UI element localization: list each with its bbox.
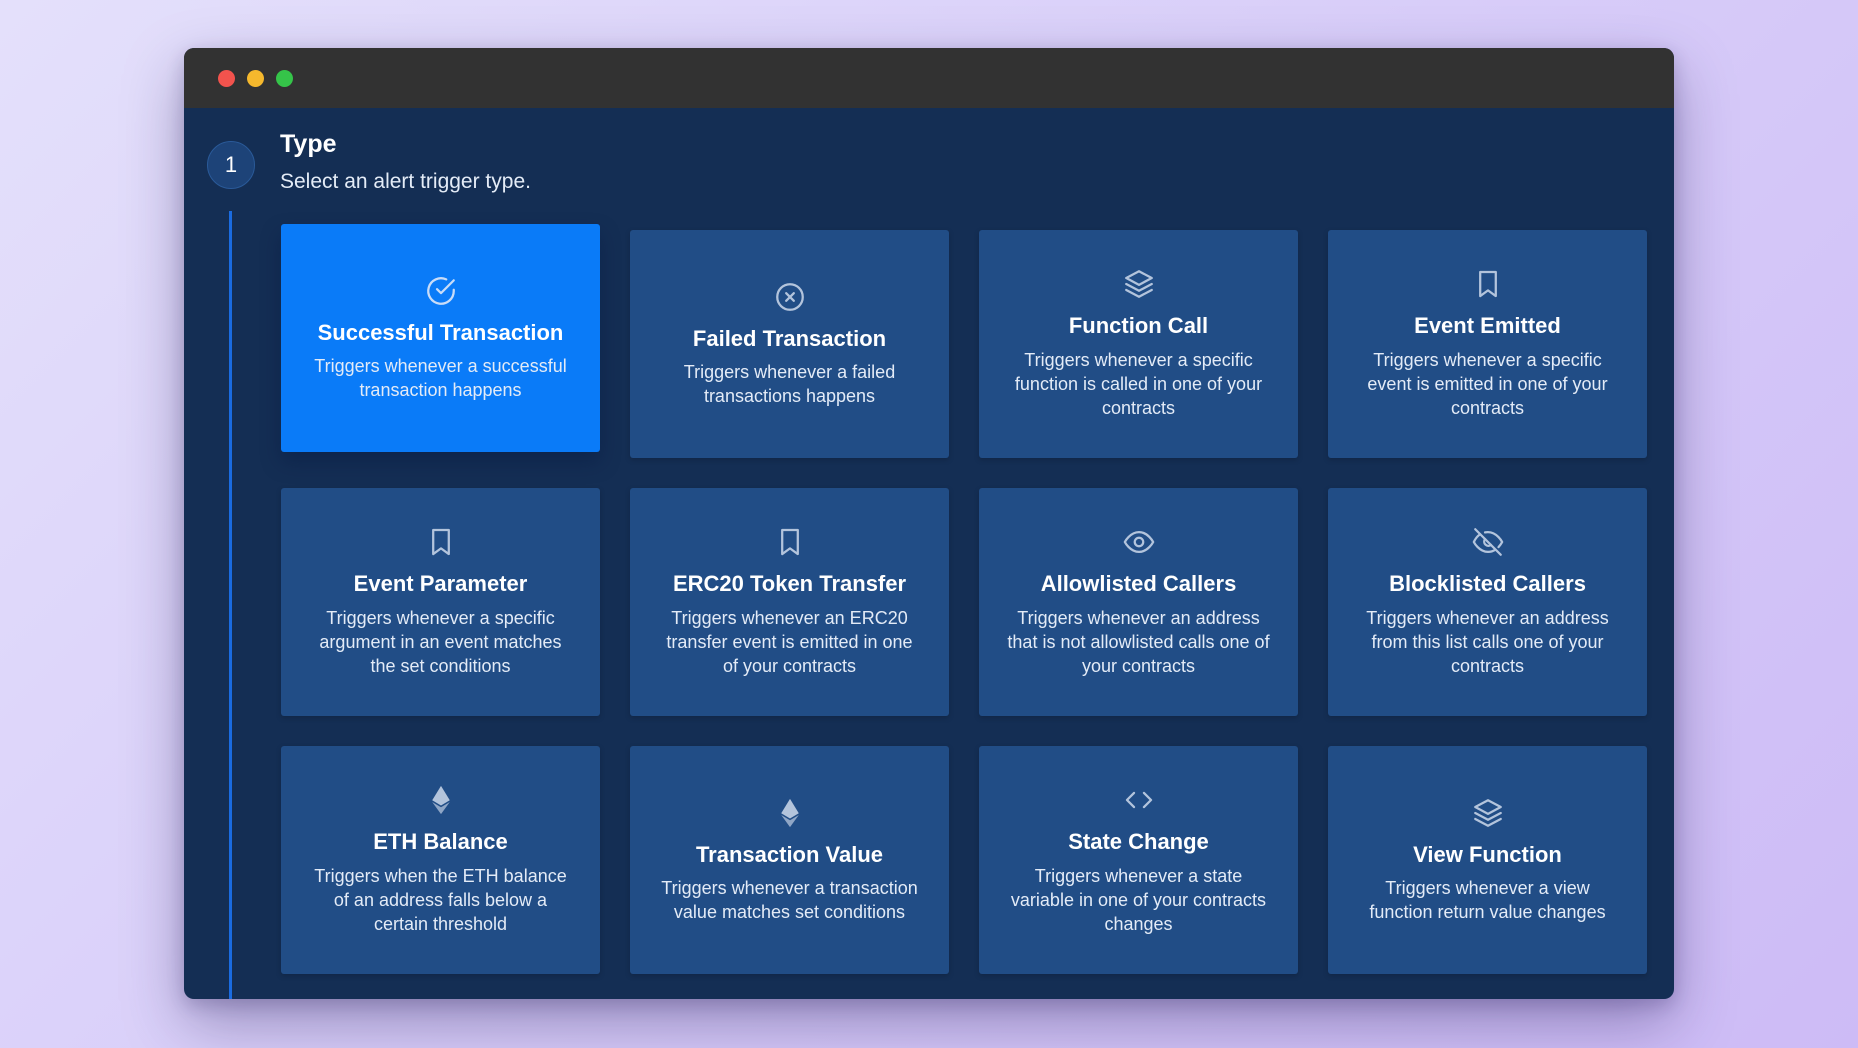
eye-off-icon: [1471, 525, 1505, 559]
ethereum-icon: [424, 783, 458, 817]
bookmark-icon: [1471, 267, 1505, 301]
trigger-card-blocklisted-callers[interactable]: Blocklisted Callers Triggers whenever an…: [1328, 488, 1647, 716]
card-description: Triggers whenever an address from this l…: [1366, 607, 1609, 677]
card-description: Triggers whenever a specific event is em…: [1367, 349, 1608, 419]
card-description: Triggers whenever a specific argument in…: [319, 607, 562, 677]
trigger-card-eth-balance[interactable]: ETH Balance Triggers when the ETH balanc…: [281, 746, 600, 974]
trigger-card-event-emitted[interactable]: Event Emitted Triggers whenever a specif…: [1328, 230, 1647, 458]
card-title: Event Parameter: [353, 571, 528, 597]
card-title: ETH Balance: [373, 829, 508, 855]
bookmark-icon: [773, 525, 807, 559]
bookmark-icon: [424, 525, 458, 559]
layers-icon: [1122, 267, 1156, 301]
check-circle-icon: [424, 274, 458, 308]
minimize-window-button[interactable]: [247, 69, 264, 87]
card-description: Triggers whenever a specific function is…: [1014, 349, 1263, 419]
card-title: Allowlisted Callers: [1040, 571, 1237, 597]
app-window: 1 Type Select an alert trigger type. Suc…: [184, 48, 1674, 999]
trigger-card-successful-transaction[interactable]: Successful Transaction Triggers whenever…: [281, 224, 600, 452]
trigger-card-event-parameter[interactable]: Event Parameter Triggers whenever a spec…: [281, 488, 600, 716]
card-description: Triggers whenever a transaction value ma…: [661, 877, 918, 923]
x-circle-icon: [773, 280, 807, 314]
card-title: Blocklisted Callers: [1389, 571, 1586, 597]
card-title: Failed Transaction: [692, 325, 887, 351]
card-description: Triggers whenever a successful transacti…: [314, 355, 567, 401]
trigger-card-erc20-token-transfer[interactable]: ERC20 Token Transfer Triggers whenever a…: [630, 488, 949, 716]
card-description: Triggers whenever a view function return…: [1369, 877, 1606, 923]
card-title: ERC20 Token Transfer: [672, 571, 907, 597]
eye-icon: [1122, 525, 1156, 559]
trigger-card-allowlisted-callers[interactable]: Allowlisted Callers Triggers whenever an…: [979, 488, 1298, 716]
close-window-button[interactable]: [218, 69, 235, 87]
trigger-card-function-call[interactable]: Function Call Triggers whenever a specif…: [979, 230, 1298, 458]
card-description: Triggers whenever a failed transactions …: [683, 361, 896, 407]
card-title: Function Call: [1068, 313, 1209, 339]
trigger-type-grid: Successful Transaction Triggers whenever…: [281, 224, 1647, 974]
step-number-badge: 1: [207, 141, 255, 189]
card-title: State Change: [1068, 829, 1209, 855]
card-description: Triggers when the ETH balance of an addr…: [314, 865, 567, 935]
trigger-card-state-change[interactable]: State Change Triggers whenever a state v…: [979, 746, 1298, 974]
ethereum-icon: [773, 796, 807, 830]
title-bar: [184, 48, 1674, 108]
layers-icon: [1471, 796, 1505, 830]
card-description: Triggers whenever an ERC20 transfer even…: [666, 607, 913, 677]
card-description: Triggers whenever an address that is not…: [1007, 607, 1270, 677]
step-subtitle: Select an alert trigger type.: [280, 170, 531, 193]
card-title: Successful Transaction: [317, 319, 564, 345]
trigger-card-failed-transaction[interactable]: Failed Transaction Triggers whenever a f…: [630, 230, 949, 458]
code-icon: [1122, 783, 1156, 817]
card-description: Triggers whenever a state variable in on…: [1010, 865, 1267, 935]
step-title: Type: [280, 130, 337, 158]
content-area: 1 Type Select an alert trigger type. Suc…: [184, 108, 1674, 999]
trigger-card-transaction-value[interactable]: Transaction Value Triggers whenever a tr…: [630, 746, 949, 974]
card-title: Event Emitted: [1414, 313, 1561, 339]
maximize-window-button[interactable]: [276, 69, 293, 87]
trigger-card-view-function[interactable]: View Function Triggers whenever a view f…: [1328, 746, 1647, 974]
card-title: View Function: [1413, 841, 1562, 867]
card-title: Transaction Value: [695, 841, 884, 867]
step-progress-line: [229, 211, 232, 999]
